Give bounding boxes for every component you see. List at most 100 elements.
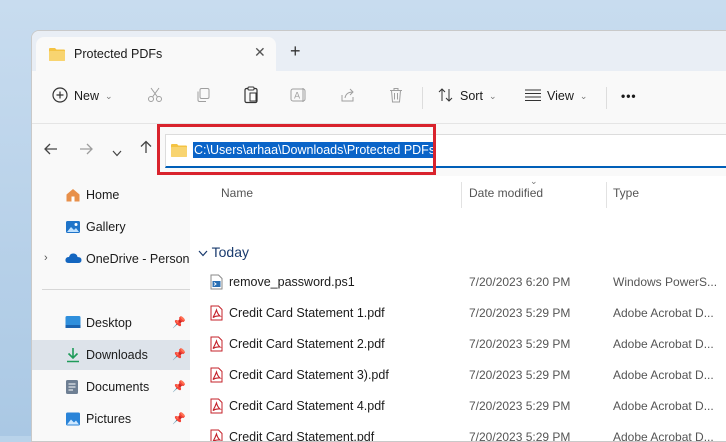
pin-icon[interactable]: 📌 — [172, 412, 186, 425]
toolbar-divider — [422, 87, 423, 109]
delete-button[interactable] — [388, 83, 404, 109]
gallery-icon — [65, 219, 81, 238]
view-list-icon — [525, 88, 541, 105]
home-icon — [65, 187, 81, 206]
share-button[interactable] — [340, 83, 356, 109]
file-name: Credit Card Statement 1.pdf — [229, 306, 385, 320]
forward-arrow-icon[interactable] — [79, 142, 93, 159]
file-date: 7/20/2023 5:29 PM — [469, 430, 571, 442]
file-date: 7/20/2023 6:20 PM — [469, 275, 571, 289]
plus-circle-icon — [52, 86, 68, 106]
rename-icon: A — [290, 87, 308, 106]
file-list: ⌄ Name Date modified Type Today remove_p… — [190, 176, 726, 441]
address-bar-highlight-box — [157, 124, 436, 175]
file-type: Windows PowerS... — [613, 275, 718, 289]
trash-icon — [388, 87, 404, 106]
chevron-down-icon: ⌄ — [105, 90, 113, 101]
cloud-icon — [65, 251, 82, 268]
pictures-icon — [65, 411, 81, 430]
pin-icon[interactable]: 📌 — [172, 380, 186, 393]
back-arrow-icon[interactable] — [44, 142, 58, 159]
sidebar-item-label: Pictures — [86, 412, 132, 426]
group-label: Today — [211, 244, 249, 260]
view-button[interactable]: View ⌄ — [525, 83, 587, 109]
up-arrow-icon[interactable] — [140, 140, 152, 158]
more-options-button[interactable]: ••• — [621, 83, 637, 109]
file-name: Credit Card Statement.pdf — [229, 430, 375, 442]
file-type: Adobe Acrobat D... — [613, 306, 714, 320]
cut-button[interactable] — [147, 83, 163, 109]
sidebar-item-pictures[interactable]: Pictures 📌 — [32, 404, 190, 434]
sidebar-item-downloads[interactable]: Downloads 📌 — [32, 340, 190, 370]
folder-icon — [49, 47, 65, 64]
close-tab-icon[interactable]: ✕ — [254, 44, 266, 61]
desktop-icon — [65, 315, 81, 332]
file-row[interactable]: Credit Card Statement 3).pdf 7/20/2023 5… — [190, 359, 726, 390]
file-date: 7/20/2023 5:29 PM — [469, 399, 571, 413]
sidebar-item-documents[interactable]: Documents 📌 — [32, 372, 190, 402]
pdf-file-icon — [210, 367, 223, 386]
column-header-type[interactable]: Type — [613, 186, 639, 200]
command-bar: New ⌄ A Sort ⌄ View ⌄ ••• — [32, 71, 726, 124]
sidebar-item-label: Documents — [86, 380, 150, 394]
clipboard-icon — [243, 86, 259, 107]
pin-icon[interactable]: 📌 — [172, 316, 186, 329]
file-type: Adobe Acrobat D... — [613, 430, 714, 442]
new-label: New — [74, 89, 100, 103]
toolbar-divider — [606, 87, 607, 109]
file-name: Credit Card Statement 3).pdf — [229, 368, 389, 382]
column-divider[interactable] — [461, 182, 462, 208]
column-divider[interactable] — [606, 182, 607, 208]
download-icon — [65, 347, 81, 366]
file-type: Adobe Acrobat D... — [613, 337, 714, 351]
tab-title: Protected PDFs — [74, 47, 163, 61]
view-label: View — [547, 89, 574, 103]
file-explorer-window: Protected PDFs ✕ + New ⌄ A Sort ⌄ View ⌄… — [31, 30, 726, 442]
sidebar-divider — [42, 289, 190, 290]
paste-button[interactable] — [243, 83, 259, 109]
file-row[interactable]: Credit Card Statement.pdf 7/20/2023 5:29… — [190, 421, 726, 442]
file-date: 7/20/2023 5:29 PM — [469, 337, 571, 351]
pdf-file-icon — [210, 305, 223, 324]
new-button[interactable]: New ⌄ — [52, 83, 113, 109]
chevron-right-icon[interactable]: › — [44, 252, 48, 264]
file-date: 7/20/2023 5:29 PM — [469, 306, 571, 320]
share-icon — [340, 87, 356, 106]
tab-protected-pdfs[interactable]: Protected PDFs ✕ — [36, 37, 276, 71]
file-row[interactable]: Credit Card Statement 2.pdf 7/20/2023 5:… — [190, 328, 726, 359]
svg-text:A: A — [294, 91, 301, 101]
scissors-icon — [147, 87, 163, 106]
recent-locations-chevron-icon[interactable] — [112, 144, 122, 161]
navigation-pane: Home Gallery › OneDrive - Persona Deskto… — [32, 176, 196, 441]
sidebar-item-onedrive[interactable]: › OneDrive - Persona — [32, 244, 196, 274]
sidebar-item-gallery[interactable]: Gallery — [32, 212, 190, 242]
column-header-date[interactable]: Date modified — [469, 186, 543, 200]
chevron-down-icon: ⌄ — [488, 90, 497, 101]
pin-icon[interactable]: 📌 — [172, 348, 186, 361]
copy-icon — [195, 87, 211, 106]
rename-button[interactable]: A — [290, 83, 308, 109]
copy-button[interactable] — [195, 83, 211, 109]
sidebar-item-label: Downloads — [86, 348, 148, 362]
file-row[interactable]: Credit Card Statement 4.pdf 7/20/2023 5:… — [190, 390, 726, 421]
file-type: Adobe Acrobat D... — [613, 368, 714, 382]
group-header-today[interactable]: Today — [198, 244, 249, 260]
sidebar-item-label: Home — [86, 188, 120, 202]
script-file-icon — [210, 274, 223, 293]
sidebar-item-desktop[interactable]: Desktop 📌 — [32, 308, 190, 338]
column-header-name[interactable]: Name — [221, 186, 253, 200]
file-row[interactable]: remove_password.ps1 7/20/2023 6:20 PM Wi… — [190, 266, 726, 297]
file-name: Credit Card Statement 2.pdf — [229, 337, 385, 351]
sidebar-item-home[interactable]: Home — [32, 180, 190, 210]
file-row[interactable]: Credit Card Statement 1.pdf 7/20/2023 5:… — [190, 297, 726, 328]
pdf-file-icon — [210, 336, 223, 355]
sort-button[interactable]: Sort ⌄ — [438, 83, 496, 109]
sidebar-item-label: OneDrive - Persona — [86, 252, 197, 266]
new-tab-button[interactable]: + — [290, 41, 301, 62]
file-name: remove_password.ps1 — [229, 275, 355, 289]
file-date: 7/20/2023 5:29 PM — [469, 368, 571, 382]
tab-bar: Protected PDFs ✕ + — [32, 31, 726, 71]
pdf-file-icon — [210, 398, 223, 417]
file-type: Adobe Acrobat D... — [613, 399, 714, 413]
sidebar-item-label: Desktop — [86, 316, 132, 330]
